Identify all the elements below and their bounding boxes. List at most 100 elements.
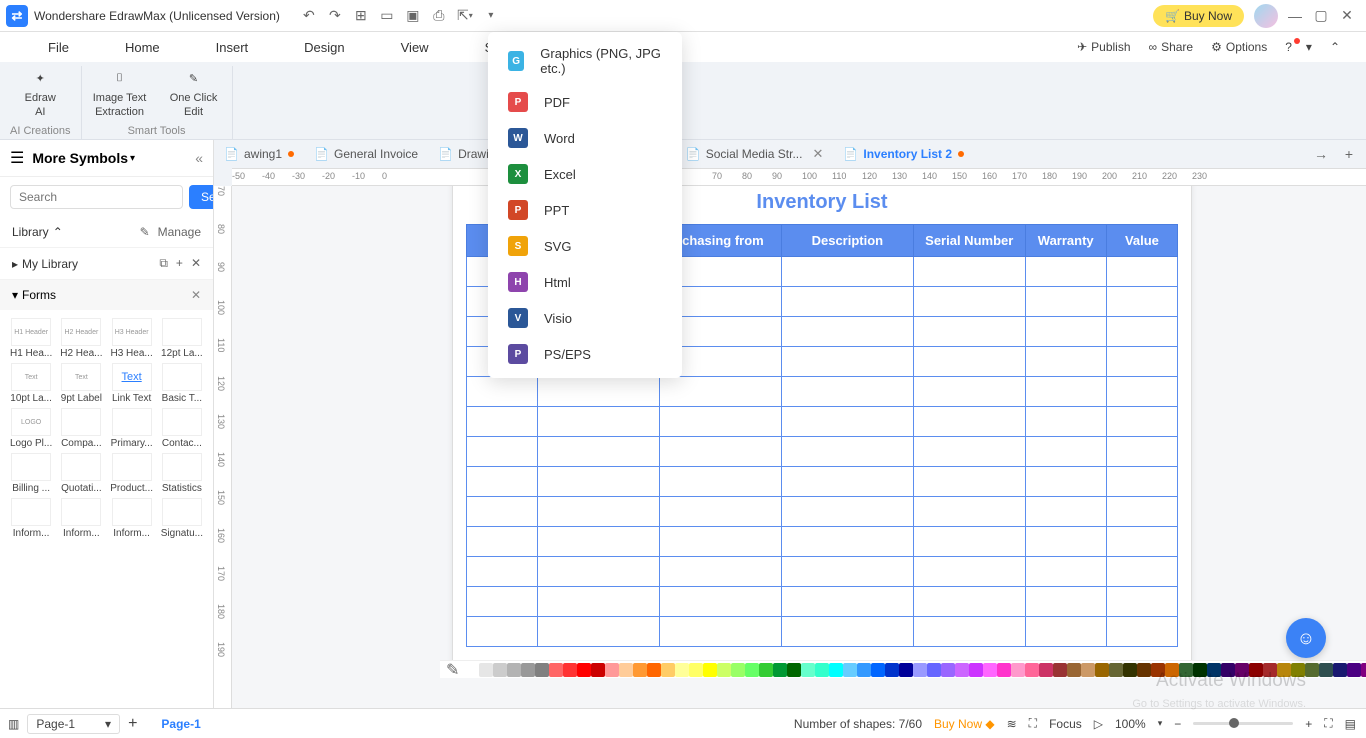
chat-fab-icon[interactable]: ☺ — [1286, 618, 1326, 658]
edit-icon[interactable]: ✎ — [140, 225, 150, 239]
color-swatch[interactable] — [871, 663, 885, 677]
table-cell[interactable] — [467, 467, 538, 497]
tab-next-icon[interactable]: → — [1308, 141, 1334, 167]
table-cell[interactable] — [467, 497, 538, 527]
color-swatch[interactable] — [927, 663, 941, 677]
symbol-item[interactable]: TextLink Text — [109, 363, 155, 404]
color-swatch[interactable] — [885, 663, 899, 677]
table-cell[interactable] — [467, 557, 538, 587]
color-swatch[interactable] — [689, 663, 703, 677]
table-cell[interactable] — [781, 287, 913, 317]
menu-view[interactable]: View — [373, 40, 457, 55]
table-cell[interactable] — [538, 377, 660, 407]
collapse-ribbon-icon[interactable]: ⌃ — [1330, 40, 1340, 54]
buy-now-button[interactable]: 🛒 Buy Now — [1153, 5, 1244, 27]
table-cell[interactable] — [467, 617, 538, 647]
table-cell[interactable] — [1106, 287, 1177, 317]
table-cell[interactable] — [467, 527, 538, 557]
color-swatch[interactable] — [1291, 663, 1305, 677]
table-header[interactable]: Description — [781, 225, 913, 257]
color-swatch[interactable] — [535, 663, 549, 677]
color-swatch[interactable] — [577, 663, 591, 677]
chevron-down-icon[interactable]: ▾ — [1158, 718, 1163, 729]
symbol-item[interactable]: Inform... — [8, 498, 54, 539]
export-item[interactable]: HHtml — [488, 264, 682, 300]
color-swatch[interactable] — [969, 663, 983, 677]
color-swatch[interactable] — [619, 663, 633, 677]
table-cell[interactable] — [1025, 587, 1106, 617]
color-swatch[interactable] — [465, 663, 479, 677]
table-cell[interactable] — [467, 377, 538, 407]
table-cell[interactable] — [1025, 617, 1106, 647]
search-button[interactable]: Search — [189, 185, 214, 209]
edraw-ai-button[interactable]: ✦ EdrawAI — [12, 66, 68, 118]
color-swatch[interactable] — [1305, 663, 1319, 677]
table-cell[interactable] — [1025, 257, 1106, 287]
table-cell[interactable] — [538, 557, 660, 587]
color-swatch[interactable] — [1221, 663, 1235, 677]
table-cell[interactable] — [1025, 527, 1106, 557]
table-cell[interactable] — [659, 587, 781, 617]
symbol-item[interactable]: Contac... — [159, 408, 205, 449]
plus-icon[interactable]: + — [176, 256, 183, 271]
export-item[interactable]: PPPT — [488, 192, 682, 228]
symbol-item[interactable]: H2 HeaderH2 Hea... — [58, 318, 104, 359]
table-cell[interactable] — [467, 407, 538, 437]
table-cell[interactable] — [1025, 317, 1106, 347]
table-cell[interactable] — [781, 617, 913, 647]
external-icon[interactable]: ⧉ — [159, 256, 168, 271]
color-swatch[interactable] — [563, 663, 577, 677]
symbol-item[interactable]: Compa... — [58, 408, 104, 449]
table-cell[interactable] — [913, 587, 1025, 617]
color-swatch[interactable] — [1123, 663, 1137, 677]
table-header[interactable]: Warranty — [1025, 225, 1106, 257]
table-cell[interactable] — [913, 527, 1025, 557]
symbol-item[interactable]: LOGOLogo Pl... — [8, 408, 54, 449]
minimize-icon[interactable]: — — [1282, 3, 1308, 29]
table-cell[interactable] — [1106, 497, 1177, 527]
table-header[interactable]: Serial Number — [913, 225, 1025, 257]
table-cell[interactable] — [1106, 557, 1177, 587]
layers-icon[interactable]: ≋ — [1007, 717, 1017, 731]
tab-add-icon[interactable]: + — [1336, 141, 1362, 167]
symbol-item[interactable]: Inform... — [58, 498, 104, 539]
color-swatch[interactable] — [1347, 663, 1361, 677]
table-cell[interactable] — [781, 437, 913, 467]
color-swatch[interactable] — [1179, 663, 1193, 677]
color-swatch[interactable] — [1039, 663, 1053, 677]
export-icon[interactable]: ⇱▾ — [452, 3, 478, 29]
color-swatch[interactable] — [549, 663, 563, 677]
color-swatch[interactable] — [941, 663, 955, 677]
page-tab[interactable]: Page-1 — [145, 717, 216, 731]
table-cell[interactable] — [913, 497, 1025, 527]
color-swatch[interactable] — [801, 663, 815, 677]
table-cell[interactable] — [1106, 527, 1177, 557]
table-cell[interactable] — [1106, 587, 1177, 617]
color-swatch[interactable] — [759, 663, 773, 677]
save-icon[interactable]: ▣ — [400, 3, 426, 29]
table-cell[interactable] — [781, 497, 913, 527]
zoom-out-icon[interactable]: − — [1174, 717, 1181, 731]
table-cell[interactable] — [1025, 407, 1106, 437]
color-swatch[interactable] — [731, 663, 745, 677]
table-cell[interactable] — [913, 377, 1025, 407]
color-swatch[interactable] — [815, 663, 829, 677]
table-cell[interactable] — [913, 407, 1025, 437]
zoom-in-icon[interactable]: + — [1305, 717, 1312, 731]
fit-page-icon[interactable]: ⛶ — [1324, 716, 1332, 731]
table-cell[interactable] — [913, 317, 1025, 347]
symbol-item[interactable]: H3 HeaderH3 Hea... — [109, 318, 155, 359]
color-swatch[interactable] — [647, 663, 661, 677]
table-cell[interactable] — [781, 407, 913, 437]
focus-icon[interactable]: ⛶ — [1029, 716, 1037, 731]
color-swatch[interactable] — [829, 663, 843, 677]
table-cell[interactable] — [1106, 467, 1177, 497]
symbol-item[interactable]: 12pt La... — [159, 318, 205, 359]
symbol-item[interactable]: Text9pt Label — [58, 363, 104, 404]
menu-design[interactable]: Design — [276, 40, 372, 55]
close-icon[interactable]: ✕ — [191, 256, 201, 271]
share-action[interactable]: ∞ Share — [1149, 40, 1194, 54]
table-cell[interactable] — [659, 617, 781, 647]
close-tab-icon[interactable]: ✕ — [812, 146, 823, 162]
table-cell[interactable] — [781, 557, 913, 587]
